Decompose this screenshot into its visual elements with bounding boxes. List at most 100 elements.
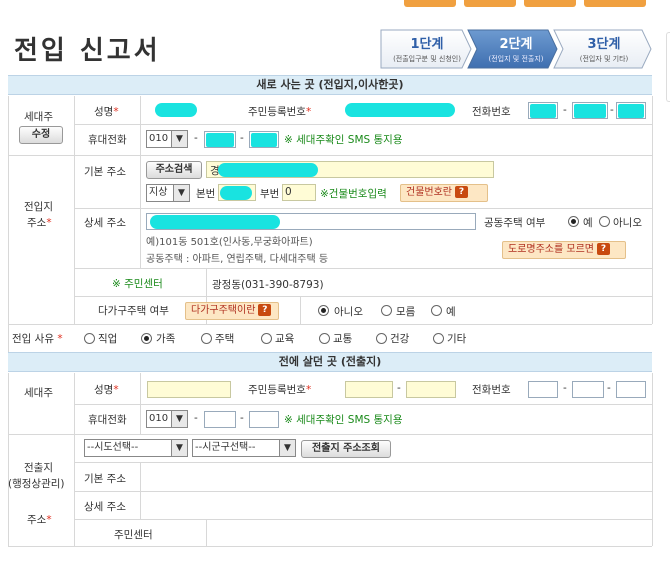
step-3-sub: (전입자 및 기타) [579, 55, 629, 63]
new-name-label: 성명* [94, 106, 119, 118]
edit-button[interactable]: 수정 [19, 126, 63, 144]
step-2[interactable]: 2단계 (전입지 및 전출지) [474, 29, 558, 69]
reason-education-radio[interactable] [261, 333, 272, 344]
step-3-num: 3단계 [587, 37, 621, 52]
dash: - [563, 104, 567, 116]
new-mobile-prefix-select[interactable]: 010 ▼ [146, 130, 188, 148]
new-center-label: ※ 주민센터 [112, 278, 163, 290]
old-center-label: 주민센터 [114, 529, 153, 541]
new-sms-note: ※ 세대주확인 SMS 통지용 [284, 134, 403, 146]
dash: - [240, 132, 244, 144]
old-rrn-1[interactable] [345, 381, 393, 398]
old-mobile-prefix-select[interactable]: 010 ▼ [146, 410, 188, 428]
dash: - [194, 132, 198, 144]
old-sms-note: ※ 세대주확인 SMS 통지용 [284, 414, 403, 426]
new-householder-label: 세대주 [24, 111, 53, 123]
step-2-num: 2단계 [499, 37, 533, 52]
new-name-input[interactable] [155, 103, 197, 117]
dash: - [397, 382, 401, 394]
step-1-sub: (전출입구분 및 신청인) [393, 55, 461, 63]
dash: - [610, 104, 614, 116]
new-rrn-input[interactable] [345, 103, 455, 117]
help-icon: ? [258, 304, 272, 316]
dash: - [563, 382, 567, 394]
page-title: 전입 신고서 [14, 36, 161, 66]
reason-family-label: 가족 [156, 333, 176, 345]
lookup-address-button[interactable]: 전출지 주소조회 [301, 440, 391, 458]
shared-no-radio[interactable] [599, 216, 610, 227]
reason-housing-radio[interactable] [201, 333, 212, 344]
old-section-header: 전에 살던 곳 (전출지) [8, 352, 652, 372]
new-center-value: 광정동(031-390-8793) [212, 279, 324, 291]
reason-education-label: 교육 [275, 333, 295, 345]
chevron-down-icon: ▼ [171, 411, 187, 427]
top-tab-1[interactable] [404, 0, 456, 7]
old-householder-label: 세대주 [24, 387, 53, 399]
old-phone-3[interactable] [616, 381, 646, 398]
sigungu-select[interactable]: --시군구선택-- ▼ [192, 439, 296, 457]
new-phone-label: 전화번호 [472, 106, 511, 118]
top-tab-2[interactable] [464, 0, 516, 7]
old-basic-address-label: 기본 주소 [84, 473, 126, 485]
building-info-button[interactable]: 건물번호란? [400, 184, 488, 202]
old-mobile-2[interactable] [204, 411, 236, 428]
dash: - [240, 412, 244, 424]
step-3[interactable]: 3단계 (전입자 및 기타) [560, 29, 648, 69]
old-rrn-label: 주민등록번호* [248, 384, 312, 396]
old-rrn-2[interactable] [406, 381, 456, 398]
reason-health-radio[interactable] [376, 333, 387, 344]
reason-housing-label: 주택 [215, 333, 235, 345]
reason-job-label: 직업 [98, 333, 118, 345]
sido-select[interactable]: --시도선택-- ▼ [84, 439, 188, 457]
step-1-num: 1단계 [410, 37, 444, 52]
road-name-button[interactable]: 도로명주소를 모르면? [502, 241, 626, 259]
chevron-down-icon: ▼ [173, 185, 189, 201]
multi-housing-button[interactable]: 다가구주택이란? [185, 302, 279, 320]
address-search-button[interactable]: 주소검색 [146, 161, 202, 179]
old-name-input[interactable] [147, 381, 231, 398]
shared-yes-label: 예 [583, 217, 593, 229]
new-section-header: 새로 사는 곳 (전입지,이사한곳) [8, 75, 652, 95]
reason-traffic-radio[interactable] [319, 333, 330, 344]
new-basic-address-label: 기본 주소 [84, 166, 126, 178]
dash: - [607, 382, 611, 394]
old-address-group-label: 전출지 [24, 462, 53, 474]
reason-family-radio[interactable] [141, 333, 152, 344]
step-1[interactable]: 1단계 (전출입구분 및 신청인) [384, 29, 470, 69]
shared-no-label: 아니오 [613, 217, 642, 229]
chevron-down-icon: ▼ [279, 440, 295, 456]
main-number-label: 본번 [196, 188, 216, 200]
old-phone-2[interactable] [572, 381, 604, 398]
reason-etc-radio[interactable] [433, 333, 444, 344]
land-type-select[interactable]: 지상 ▼ [146, 184, 190, 202]
chevron-down-icon: ▼ [171, 440, 187, 456]
multi-no-radio[interactable] [318, 305, 329, 316]
new-rrn-label: 주민등록번호* [248, 106, 312, 118]
top-tab-4[interactable] [584, 0, 646, 7]
multi-yes-radio[interactable] [431, 305, 442, 316]
multi-housing-label: 다가구주택 여부 [98, 305, 169, 317]
new-mobile-label: 휴대전화 [88, 134, 127, 146]
old-phone-1[interactable] [528, 381, 558, 398]
reason-etc-label: 기타 [447, 333, 467, 345]
reason-traffic-label: 교통 [333, 333, 353, 345]
sub-number-input[interactable]: 0 [282, 184, 316, 201]
sub-number-label: 부번 [260, 188, 280, 200]
old-mobile-3[interactable] [249, 411, 279, 428]
old-detail-address-label: 상세 주소 [84, 501, 126, 513]
multi-no-label: 아니오 [334, 306, 363, 318]
multi-yes-label: 예 [446, 306, 456, 318]
chevron-down-icon: ▼ [171, 131, 187, 147]
old-address-group-label2: (행정상관리) [8, 478, 65, 490]
multi-unknown-radio[interactable] [381, 305, 392, 316]
old-phone-label: 전화번호 [472, 384, 511, 396]
shared-yes-radio[interactable] [568, 216, 579, 227]
multi-unknown-label: 모름 [396, 306, 416, 318]
old-mobile-label: 휴대전화 [88, 414, 127, 426]
old-name-label: 성명* [94, 384, 119, 396]
new-detail-address-label: 상세 주소 [84, 217, 126, 229]
top-tab-3[interactable] [524, 0, 576, 7]
reason-health-label: 건강 [390, 333, 410, 345]
old-address-group-label3: 주소* [27, 514, 52, 526]
reason-job-radio[interactable] [84, 333, 95, 344]
